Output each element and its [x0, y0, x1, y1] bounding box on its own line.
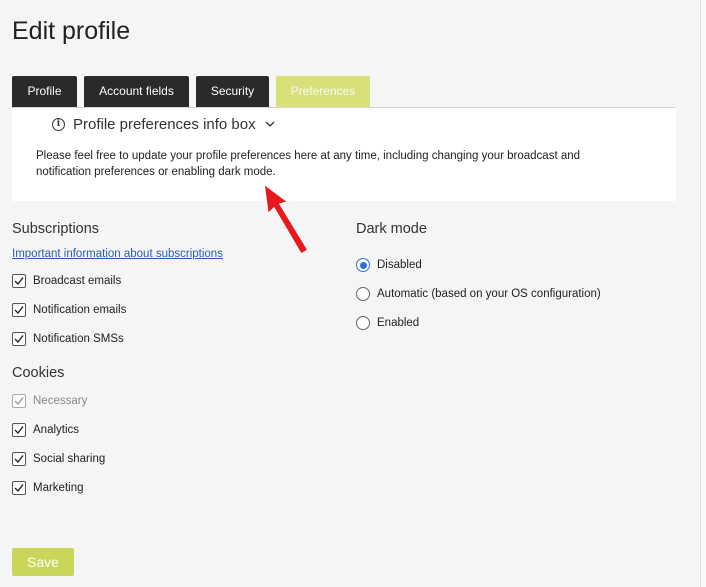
tab-profile[interactable]: Profile	[12, 76, 77, 107]
checkbox[interactable]	[12, 452, 26, 466]
info-box-text: Please feel free to update your profile …	[36, 148, 636, 180]
checkbox-analytics[interactable]: Analytics	[12, 422, 79, 438]
radio-button[interactable]	[356, 287, 370, 301]
checkbox-label: Notification emails	[33, 304, 127, 316]
info-circle-icon: i	[52, 117, 65, 131]
checkbox-marketing[interactable]: Marketing	[12, 480, 84, 496]
annotation-arrow-icon	[263, 183, 309, 255]
info-text-line-1: Please feel free to update your profile …	[36, 150, 581, 162]
radio-dark-mode-enabled[interactable]: Enabled	[356, 315, 419, 331]
checkbox-label: Notification SMSs	[33, 333, 124, 345]
save-button[interactable]: Save	[12, 548, 74, 576]
info-box-toggle[interactable]: i Profile preferences info box	[52, 114, 276, 134]
radio-label: Disabled	[377, 259, 422, 271]
checkbox-notification-smss[interactable]: Notification SMSs	[12, 331, 124, 347]
checkbox[interactable]	[12, 332, 26, 346]
checkbox-label: Analytics	[33, 424, 80, 436]
checkbox-label: Necessary	[33, 395, 88, 407]
checkbox[interactable]	[12, 303, 26, 317]
checkbox[interactable]	[12, 481, 26, 495]
chevron-down-icon	[265, 121, 275, 127]
subscriptions-heading: Subscriptions	[12, 221, 100, 237]
tab-preferences[interactable]: Preferences	[276, 76, 370, 107]
checkbox-label: Social sharing	[33, 453, 106, 465]
tab-security[interactable]: Security	[196, 76, 269, 107]
checkbox-label: Marketing	[33, 482, 84, 494]
checkbox-notification-emails[interactable]: Notification emails	[12, 302, 126, 318]
radio-dark-mode-disabled[interactable]: Disabled	[356, 257, 422, 273]
dark-mode-heading: Dark mode	[356, 221, 427, 237]
info-box-title: Profile preferences info box	[73, 115, 256, 133]
radio-label: Automatic (based on your OS configuratio…	[377, 288, 601, 300]
radio-button[interactable]	[356, 258, 370, 272]
tab-account-fields[interactable]: Account fields	[84, 76, 189, 107]
page-title: Edit profile	[12, 17, 131, 45]
radio-dark-mode-automatic[interactable]: Automatic (based on your OS configuratio…	[356, 286, 601, 302]
checkbox-broadcast-emails[interactable]: Broadcast emails	[12, 273, 121, 289]
checkbox	[12, 394, 26, 408]
info-box: i Profile preferences info box Please fe…	[12, 108, 676, 201]
radio-label: Enabled	[377, 317, 420, 329]
checkbox-necessary: Necessary	[12, 393, 87, 409]
checkbox-social-sharing[interactable]: Social sharing	[12, 451, 105, 467]
cookies-heading: Cookies	[12, 365, 65, 381]
subscriptions-info-link[interactable]: Important information about subscription…	[12, 248, 223, 260]
info-text-line-2: notification preferences or enabling dar…	[36, 166, 276, 178]
checkbox-label: Broadcast emails	[33, 275, 122, 287]
page-right-strip	[701, 0, 706, 587]
checkbox[interactable]	[12, 423, 26, 437]
radio-button[interactable]	[356, 316, 370, 330]
checkbox[interactable]	[12, 274, 26, 288]
